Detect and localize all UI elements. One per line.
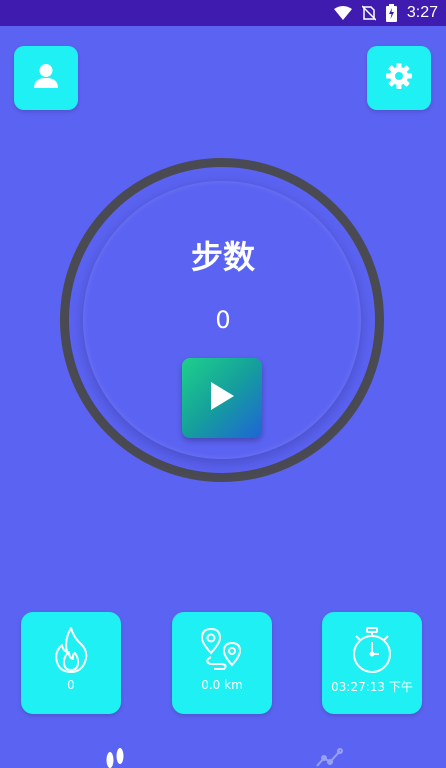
settings-button[interactable]	[367, 46, 431, 110]
dial-title: 步数	[190, 238, 255, 276]
no-sim-icon	[361, 5, 376, 21]
bottom-nav	[0, 740, 446, 768]
flame-icon	[21, 622, 121, 678]
distance-card[interactable]: 0.0 km	[172, 612, 272, 714]
gear-icon	[385, 62, 413, 94]
step-count: 0	[215, 306, 231, 334]
time-value: 03:27:13 下午	[331, 680, 413, 694]
battery-charging-icon	[385, 4, 397, 22]
chart-icon	[315, 746, 343, 768]
status-bar: 3:27	[0, 0, 446, 26]
play-icon	[209, 381, 235, 415]
nav-item-stats[interactable]	[314, 746, 344, 768]
footprints-icon	[102, 746, 128, 768]
wifi-icon	[333, 6, 352, 20]
route-pin-icon	[172, 622, 272, 678]
nav-item-steps[interactable]	[100, 746, 130, 768]
person-icon	[32, 62, 60, 94]
profile-button[interactable]	[14, 46, 78, 110]
time-card[interactable]: 03:27:13 下午	[322, 612, 422, 714]
start-button[interactable]	[182, 358, 262, 438]
distance-value: 0.0 km	[201, 678, 243, 692]
calories-value: 0	[67, 678, 75, 692]
calories-card[interactable]: 0	[21, 612, 121, 714]
status-time: 3:27	[406, 4, 438, 21]
stopwatch-icon	[322, 622, 422, 678]
